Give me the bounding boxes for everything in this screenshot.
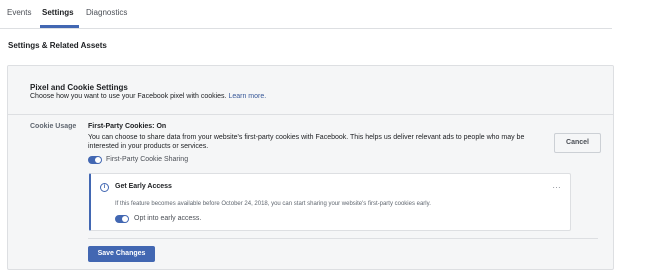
tab-settings[interactable]: Settings (42, 8, 74, 17)
tab-events[interactable]: Events (7, 8, 31, 17)
early-access-toggle-label: Opt into early access. (134, 215, 202, 222)
pixel-cookie-settings-card: Pixel and Cookie Settings Choose how you… (7, 65, 614, 270)
learn-more-link[interactable]: Learn more. (228, 93, 266, 100)
info-icon: i (100, 183, 109, 192)
section-title: Settings & Related Assets (8, 41, 107, 50)
active-tab-indicator (40, 25, 79, 28)
first-party-cookies-description: You can choose to share data from your w… (88, 134, 525, 150)
divider (88, 238, 598, 239)
card-subtitle: Choose how you want to use your Facebook… (30, 93, 266, 100)
tab-diagnostics[interactable]: Diagnostics (86, 8, 127, 17)
tab-bar: Events Settings Diagnostics (0, 0, 612, 29)
more-options-icon[interactable]: … (552, 180, 562, 190)
first-party-cookies-status: First-Party Cookies: On (88, 123, 167, 130)
card-title: Pixel and Cookie Settings (30, 83, 128, 92)
card-subtitle-text: Choose how you want to use your Facebook… (30, 93, 227, 100)
card-header: Pixel and Cookie Settings Choose how you… (8, 66, 613, 115)
early-access-description: If this feature becomes available before… (115, 201, 431, 207)
early-access-toggle[interactable] (115, 215, 129, 223)
save-changes-button[interactable]: Save Changes (88, 246, 155, 262)
cookie-usage-label: Cookie Usage (30, 123, 77, 130)
first-party-cookie-sharing-label: First-Party Cookie Sharing (106, 156, 189, 163)
early-access-title: Get Early Access (115, 183, 172, 190)
early-access-panel: i Get Early Access … If this feature bec… (89, 173, 571, 231)
first-party-cookie-sharing-toggle[interactable] (88, 156, 102, 164)
cancel-button[interactable]: Cancel (554, 133, 601, 153)
